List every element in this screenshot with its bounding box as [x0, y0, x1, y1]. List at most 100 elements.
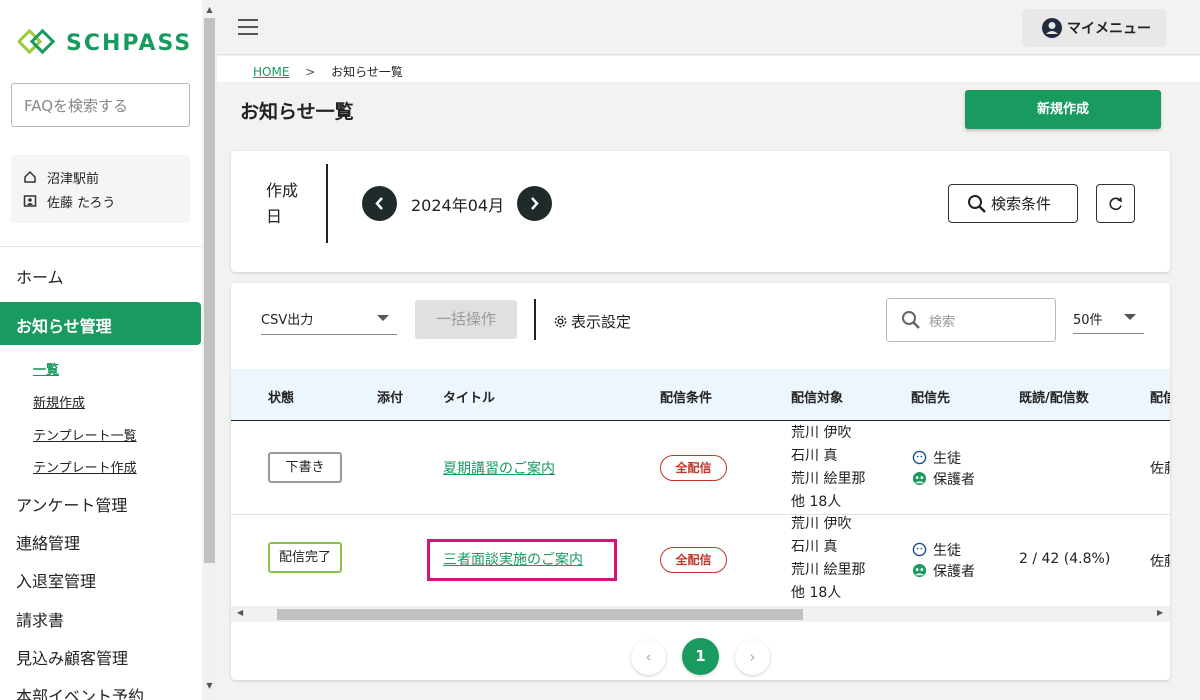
target-name: 石川 真 — [791, 539, 838, 555]
sidebar-scrollbar[interactable]: ▲ ▼ — [202, 0, 217, 700]
dest-guardian: 保護者 — [933, 471, 975, 488]
subnav-template-list[interactable]: テンプレート一覧 — [33, 425, 137, 444]
col-status: 状態 — [268, 391, 295, 406]
target-name: 荒川 絵里那 — [791, 562, 866, 578]
table-header: 状態 添付 タイトル 配信条件 配信対象 配信先 既読/配信数 配信 — [231, 369, 1170, 421]
nav-prospects[interactable]: 見込み顧客管理 — [16, 645, 128, 669]
search-placeholder: 検索 — [929, 314, 956, 330]
display-settings-label: 表示設定 — [571, 313, 632, 331]
new-create-button[interactable]: 新規作成 — [965, 90, 1161, 129]
sender-name: 佐藤 — [1150, 461, 1170, 477]
notice-title-link[interactable]: 夏期講習のご案内 — [443, 458, 555, 478]
nav-home[interactable]: ホーム — [16, 264, 64, 288]
subnav-template-create[interactable]: テンプレート作成 — [33, 457, 137, 476]
nav-hq-event[interactable]: 本部イベント予約 — [16, 683, 144, 700]
csv-export-select[interactable]: CSV出力 — [261, 300, 397, 335]
scroll-up-icon[interactable]: ▲ — [204, 4, 215, 16]
app-logo[interactable]: SCHPASS — [18, 28, 192, 58]
breadcrumb-current: お知らせ一覧 — [331, 65, 403, 79]
school-name: 沼津駅前 — [47, 171, 100, 187]
filter-card: 作成日 2024年04月 検索条件 — [231, 151, 1170, 272]
scroll-right-icon[interactable]: ▶ — [1157, 608, 1163, 617]
scrollbar-thumb[interactable] — [277, 609, 803, 620]
target-name: 荒川 絵里那 — [791, 471, 866, 487]
col-targets: 配信対象 — [791, 391, 844, 406]
destination-list: 生徒 保護者 — [912, 447, 975, 489]
nav-entry-exit[interactable]: 入退室管理 — [16, 568, 96, 592]
condition-pill: 全配信 — [660, 455, 727, 481]
id-card-icon — [23, 195, 37, 207]
scroll-left-icon[interactable]: ◀ — [237, 608, 243, 617]
target-list: 荒川 伊吹 石川 真 荒川 絵里那 他 18人 — [791, 422, 865, 514]
dest-student: 生徒 — [933, 450, 961, 467]
sidebar: SCHPASS FAQを検索する 沼津駅前 佐藤 たろう ホーム お知らせ管理 … — [0, 0, 202, 700]
nav-invoice[interactable]: 請求書 — [16, 607, 64, 631]
per-page-label: 50件 — [1073, 313, 1103, 328]
breadcrumb-home[interactable]: HOME — [253, 65, 289, 79]
prev-page-button[interactable]: ‹ — [631, 640, 666, 675]
bulk-action-button[interactable]: 一括操作 — [415, 300, 517, 339]
current-month: 2024年04月 — [411, 196, 505, 215]
pagination: ‹ 1 › — [231, 638, 1170, 675]
target-name: 荒川 伊吹 — [791, 516, 852, 532]
search-icon — [968, 194, 986, 213]
nav-notice-management[interactable]: お知らせ管理 — [0, 302, 201, 345]
page-1-button[interactable]: 1 — [682, 638, 719, 675]
divider — [0, 246, 202, 247]
nav-survey[interactable]: アンケート管理 — [16, 492, 127, 516]
read-count: 2 / 42 (4.8%) — [1019, 551, 1111, 567]
page-title: お知らせ一覧 — [240, 101, 354, 123]
table-row: 配信完了 三者面談実施のご案内 全配信 荒川 伊吹 石川 真 荒川 絵里那 他 … — [231, 515, 1170, 606]
date-label: 作成日 — [266, 181, 299, 226]
target-more: 他 18人 — [791, 585, 842, 601]
dropdown-arrow-icon — [1124, 314, 1136, 320]
next-month-button[interactable] — [517, 186, 552, 221]
nav-contact[interactable]: 連絡管理 — [16, 530, 80, 554]
notice-title-link[interactable]: 三者面談実施のご案内 — [443, 549, 583, 569]
divider — [326, 164, 328, 243]
col-title: タイトル — [443, 391, 496, 406]
search-conditions-button[interactable]: 検索条件 — [948, 184, 1078, 223]
account-circle-icon — [1042, 18, 1062, 38]
my-menu-button[interactable]: マイメニュー — [1022, 9, 1166, 47]
subnav-new[interactable]: 新規作成 — [33, 392, 85, 411]
target-more: 他 18人 — [791, 494, 842, 510]
notice-search-input[interactable]: 検索 — [886, 298, 1056, 342]
search-conditions-label: 検索条件 — [991, 195, 1052, 213]
chevron-left-icon — [375, 197, 383, 210]
target-list: 荒川 伊吹 石川 真 荒川 絵里那 他 18人 — [791, 513, 865, 605]
subnav-list[interactable]: 一覧 — [33, 359, 59, 378]
display-settings-button[interactable]: 表示設定 — [553, 311, 631, 332]
col-condition: 配信条件 — [660, 391, 713, 406]
dest-guardian: 保護者 — [933, 563, 975, 580]
gear-icon — [554, 315, 567, 328]
next-page-button[interactable]: › — [735, 640, 770, 675]
student-icon — [912, 542, 927, 557]
table-horizontal-scrollbar[interactable]: ◀ ▶ — [231, 606, 1170, 622]
divider — [534, 299, 536, 340]
notice-table-card: CSV出力 一括操作 表示設定 検索 50件 状態 添付 タイトル 配信条件 配… — [231, 283, 1170, 680]
csv-export-label: CSV出力 — [261, 313, 314, 328]
user-info: 沼津駅前 佐藤 たろう — [11, 155, 190, 223]
home-icon — [24, 170, 36, 183]
logo-text: SCHPASS — [66, 30, 193, 56]
scroll-down-icon[interactable]: ▼ — [204, 680, 215, 692]
status-badge: 下書き — [268, 452, 342, 483]
target-name: 石川 真 — [791, 448, 838, 464]
table-row: 下書き 夏期講習のご案内 全配信 荒川 伊吹 石川 真 荒川 絵里那 他 18人… — [231, 422, 1170, 515]
refresh-button[interactable] — [1096, 184, 1135, 223]
hamburger-menu-icon[interactable] — [238, 19, 258, 35]
target-name: 荒川 伊吹 — [791, 425, 852, 441]
col-read-count: 既読/配信数 — [1019, 391, 1089, 406]
chevron-right-icon — [531, 197, 539, 210]
status-badge: 配信完了 — [268, 542, 342, 573]
col-attachment: 添付 — [377, 391, 404, 406]
dropdown-arrow-icon — [377, 315, 389, 321]
scrollbar-thumb[interactable] — [204, 18, 215, 563]
top-bar: マイメニュー — [217, 0, 1200, 55]
breadcrumb-separator: > — [305, 65, 316, 79]
sender-name: 佐藤 — [1150, 554, 1170, 570]
prev-month-button[interactable] — [362, 186, 397, 221]
faq-search-input[interactable]: FAQを検索する — [11, 83, 190, 127]
per-page-select[interactable]: 50件 — [1073, 300, 1144, 334]
